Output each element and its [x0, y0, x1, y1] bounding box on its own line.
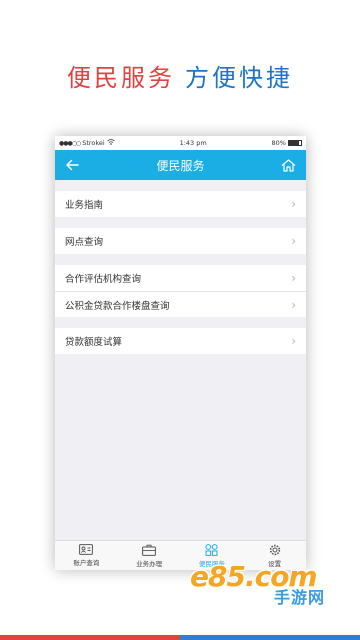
bottom-accent-bar [0, 635, 360, 640]
nav-bar: 便民服务 [55, 150, 306, 180]
headline-part1: 便民服务 [67, 64, 175, 92]
carrier-name: Strokei [82, 139, 105, 147]
battery-icon [287, 140, 302, 146]
battery-percent: 80% [271, 139, 286, 147]
accent-bar-red [0, 635, 180, 640]
chevron-right-icon: › [291, 234, 296, 248]
briefcase-icon [142, 544, 157, 556]
menu-item-label: 合作评估机构查询 [65, 274, 142, 285]
menu-item-business-guide[interactable]: 业务指南 › [55, 191, 306, 217]
chevron-right-icon: › [291, 334, 296, 348]
menu-group-partners: 合作评估机构查询 › 公积金贷款合作楼盘查询 › [55, 265, 306, 317]
watermark-logo: e85.com 手游网 [182, 558, 342, 608]
id-card-icon [79, 544, 94, 555]
chevron-right-icon: › [291, 297, 296, 312]
menu-item-appraisal-query[interactable]: 合作评估机构查询 › [55, 265, 306, 291]
phone-frame: ●●●○○ Strokei 1:43 pm 80% 便民服务 业务指南 › 网点… [55, 136, 306, 570]
menu-item-outlet-query[interactable]: 网点查询 › [55, 228, 306, 254]
tab-label: 业务办理 [136, 559, 163, 568]
status-time: 1:43 pm [179, 139, 207, 147]
menu-item-label: 贷款额度试算 [65, 337, 123, 348]
signal-icon: ●●●○○ [59, 139, 81, 147]
headline-part2: 方便快捷 [185, 64, 293, 92]
accent-bar-blue [180, 635, 360, 640]
menu-item-label: 业务指南 [65, 200, 104, 211]
tab-label: 账户查询 [73, 559, 100, 567]
menu-item-property-query[interactable]: 公积金贷款合作楼盘查询 › [55, 291, 306, 317]
menu-item-loan-calculator[interactable]: 贷款额度试算 › [55, 328, 306, 354]
tab-account-query[interactable]: 账户查询 [55, 541, 118, 570]
home-icon[interactable] [278, 154, 300, 176]
chevron-right-icon: › [291, 197, 296, 211]
grid-icon [205, 543, 218, 556]
menu-item-label: 公积金贷款合作楼盘查询 [65, 300, 170, 312]
gear-icon [269, 544, 280, 555]
menu-group-guide: 业务指南 › [55, 191, 306, 217]
status-bar: ●●●○○ Strokei 1:43 pm 80% [55, 136, 306, 150]
wifi-icon [106, 139, 115, 147]
tab-business[interactable]: 业务办理 [118, 541, 181, 570]
page-title: 便民服务 [156, 158, 205, 173]
menu-item-label: 网点查询 [65, 237, 104, 248]
back-arrow-icon[interactable] [61, 154, 83, 176]
chevron-right-icon: › [291, 271, 296, 285]
promo-headline: 便民服务 方便快捷 [0, 58, 360, 93]
menu-group-calculator: 贷款额度试算 › [55, 328, 306, 354]
menu-group-outlets: 网点查询 › [55, 228, 306, 254]
watermark-sub-text: 手游网 [274, 588, 326, 607]
